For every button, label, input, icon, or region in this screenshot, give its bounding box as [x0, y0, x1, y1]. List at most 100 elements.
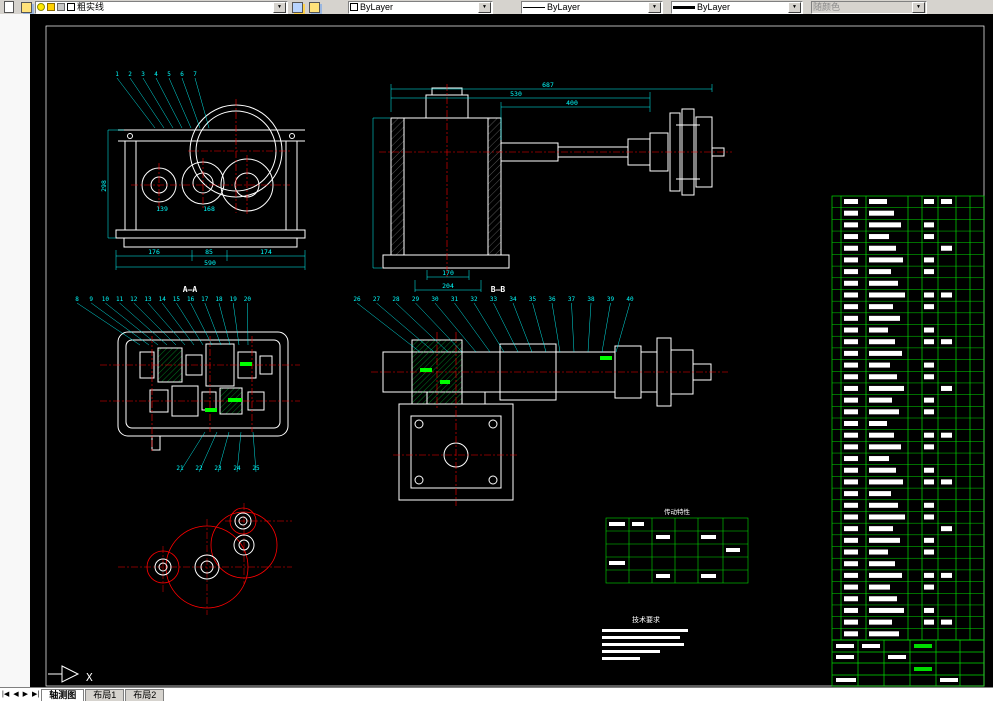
ucs-icon: X: [48, 666, 93, 684]
svg-text:25: 25: [252, 465, 260, 472]
layer-thaw-icon: [47, 3, 55, 11]
chevron-down-icon[interactable]: ▼: [648, 2, 661, 13]
front-view-dim-text: 176 85 174 590 298 139 168: [100, 180, 272, 267]
svg-text:16: 16: [187, 296, 195, 303]
svg-text:2: 2: [128, 71, 132, 78]
drawing-frame: [46, 26, 984, 686]
front-view-drawing[interactable]: [116, 105, 305, 247]
svg-text:40: 40: [626, 296, 634, 303]
svg-text:5: 5: [167, 71, 171, 78]
layer-states-button[interactable]: [306, 0, 322, 14]
section-aa-centerlines: [100, 336, 300, 452]
gear-schematic-drawing[interactable]: [118, 503, 292, 615]
svg-text:19: 19: [230, 296, 238, 303]
layer-previous-icon: [292, 2, 303, 13]
current-color: ByLayer: [360, 2, 393, 13]
svg-text:9: 9: [89, 296, 93, 303]
layer-lock-icon: [57, 3, 65, 11]
color-swatch-icon: [350, 3, 358, 11]
svg-text:400: 400: [566, 99, 578, 107]
title-block[interactable]: [832, 640, 984, 686]
svg-text:21: 21: [176, 465, 184, 472]
drawing-canvas[interactable]: 176 85 174 590 298 139 168: [30, 14, 993, 688]
svg-text:10: 10: [102, 296, 110, 303]
svg-text:38: 38: [587, 296, 595, 303]
side-view-dim-text: 687 530 400 170 204: [442, 81, 578, 290]
svg-text:139: 139: [156, 205, 168, 213]
svg-text:530: 530: [510, 90, 522, 98]
chevron-down-icon[interactable]: ▼: [788, 2, 801, 13]
linetype-dropdown[interactable]: ByLayer ▼: [521, 1, 663, 14]
side-view-drawing[interactable]: [383, 88, 724, 268]
technical-requirements-block: 技术要求: [602, 615, 688, 660]
svg-text:85: 85: [205, 248, 213, 256]
layers-icon: [21, 2, 32, 13]
tab-layout2[interactable]: 布局2: [125, 689, 164, 701]
svg-text:6: 6: [180, 71, 184, 78]
svg-text:31: 31: [451, 296, 459, 303]
document-icon: [4, 1, 14, 13]
ucs-x-label: X: [86, 671, 93, 684]
svg-text:30: 30: [431, 296, 439, 303]
side-view-dimensions: [373, 84, 712, 292]
current-plot-style: 随颜色: [813, 2, 840, 13]
spec-table[interactable]: 传动特性: [606, 507, 748, 583]
svg-text:28: 28: [392, 296, 400, 303]
lineweight-dropdown[interactable]: ByLayer ▼: [671, 1, 803, 14]
svg-text:170: 170: [442, 269, 454, 277]
drawing-svg: 176 85 174 590 298 139 168: [30, 14, 993, 688]
svg-text:15: 15: [173, 296, 181, 303]
lineweight-preview-icon: [673, 6, 695, 9]
layer-dropdown[interactable]: 粗实线 ▼: [35, 1, 288, 14]
svg-text:12: 12: [130, 296, 138, 303]
current-layer-name: 粗实线: [77, 2, 104, 13]
layer-previous-button[interactable]: [289, 0, 305, 14]
chevron-down-icon[interactable]: ▼: [478, 2, 491, 13]
color-dropdown[interactable]: ByLayer ▼: [348, 1, 493, 14]
tab-nav-last-button[interactable]: ▶|: [30, 689, 41, 701]
svg-text:168: 168: [203, 205, 215, 213]
title-block-labels: [914, 644, 932, 671]
svg-text:24: 24: [233, 465, 241, 472]
current-lineweight: ByLayer: [697, 2, 730, 13]
section-aa-drawing[interactable]: [118, 332, 288, 450]
svg-text:23: 23: [214, 465, 222, 472]
svg-text:176: 176: [148, 248, 160, 256]
tech-requirements-lines: [602, 629, 688, 660]
linetype-preview-icon: [523, 7, 545, 8]
tab-layout1[interactable]: 布局1: [85, 689, 124, 701]
tab-axonometric[interactable]: 轴测图: [41, 689, 84, 701]
spec-table-title: 传动特性: [664, 507, 691, 516]
bom-table[interactable]: [832, 196, 984, 640]
cad-application-window: 粗实线 ▼ ByLayer ▼ ByLayer ▼ ByLayer ▼: [0, 0, 993, 701]
svg-text:4: 4: [154, 71, 158, 78]
svg-text:34: 34: [509, 296, 517, 303]
svg-text:18: 18: [215, 296, 223, 303]
svg-text:298: 298: [100, 180, 108, 192]
svg-text:20: 20: [244, 296, 252, 303]
layer-properties-button[interactable]: [18, 0, 34, 14]
svg-text:590: 590: [204, 259, 216, 267]
side-panel: [0, 14, 31, 688]
tab-nav-first-button[interactable]: |◀: [0, 689, 11, 701]
tab-nav-prev-button[interactable]: ◀: [11, 689, 20, 701]
section-aa-label: A—A: [183, 285, 198, 294]
tech-requirements-title: 技术要求: [632, 615, 660, 624]
svg-text:29: 29: [412, 296, 420, 303]
svg-text:32: 32: [470, 296, 478, 303]
svg-text:204: 204: [442, 282, 454, 290]
section-bb-drawing[interactable]: [383, 338, 711, 500]
svg-text:36: 36: [548, 296, 556, 303]
layer-color-swatch-icon: [67, 3, 75, 11]
svg-text:13: 13: [144, 296, 152, 303]
svg-text:27: 27: [373, 296, 381, 303]
svg-text:8: 8: [75, 296, 79, 303]
chevron-down-icon[interactable]: ▼: [273, 2, 286, 13]
svg-text:37: 37: [568, 296, 576, 303]
layout-tabbar: |◀ ◀ ▶ ▶| 轴测图 布局1 布局2: [0, 687, 993, 701]
plot-style-dropdown: 随颜色 ▼: [811, 1, 927, 14]
svg-text:33: 33: [490, 296, 498, 303]
make-object-layer-current-button[interactable]: [1, 0, 17, 14]
svg-text:687: 687: [542, 81, 554, 89]
tab-nav-next-button[interactable]: ▶: [21, 689, 30, 701]
